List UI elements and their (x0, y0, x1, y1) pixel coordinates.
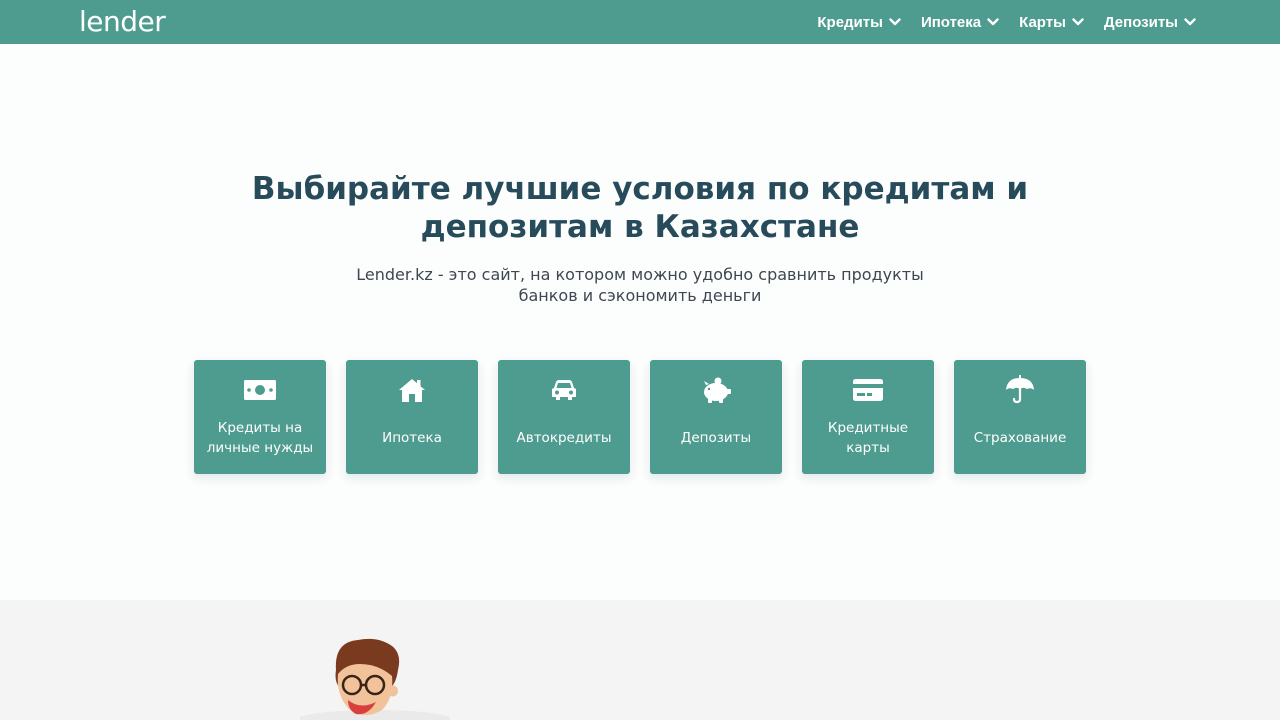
category-card-label: Кредиты на личные нужды (206, 420, 314, 456)
category-card-credit-cards[interactable]: Кредитные карты (802, 360, 934, 474)
nav-item-label: Депозиты (1103, 13, 1178, 31)
chevron-down-icon (987, 18, 999, 26)
chevron-down-icon (1072, 18, 1084, 26)
category-card-personal-loans[interactable]: Кредиты на личные нужды (194, 360, 326, 474)
nav-item-label: Кредиты (817, 13, 883, 31)
site-logo[interactable]: lender (79, 5, 166, 39)
category-card-deposits[interactable]: Депозиты (650, 360, 782, 474)
piggy-bank-icon (698, 376, 734, 404)
category-card-insurance[interactable]: Страхование (954, 360, 1086, 474)
category-card-label: Депозиты (680, 430, 752, 446)
nav-item-cards[interactable]: Карты (1019, 14, 1084, 31)
nav-item-deposits[interactable]: Депозиты (1104, 14, 1196, 31)
category-card-label: Кредитные карты (827, 420, 909, 456)
hero-section: Выбирайте лучшие условия по кредитам и д… (0, 44, 1280, 600)
category-card-label: Страхование (973, 430, 1067, 446)
category-card-car-loans[interactable]: Автокредиты (498, 360, 630, 474)
house-icon (394, 376, 430, 404)
category-cards: Кредиты на личные нужды Ипотека Автокред… (194, 360, 1086, 474)
nav-item-mortgage[interactable]: Ипотека (921, 14, 999, 31)
chevron-down-icon (889, 18, 901, 26)
promo-section (0, 600, 1280, 720)
car-icon (546, 376, 582, 404)
nav-item-loans[interactable]: Кредиты (817, 14, 901, 31)
credit-card-icon (850, 376, 886, 404)
page-subtitle: Lender.kz - это сайт, на котором можно у… (356, 265, 924, 305)
category-card-label: Ипотека (382, 430, 442, 446)
nav-item-label: Ипотека (920, 13, 982, 31)
top-navigation-bar: lender Кредиты Ипотека Карты Депозиты (0, 0, 1280, 44)
category-card-mortgage[interactable]: Ипотека (346, 360, 478, 474)
page-title: Выбирайте лучшие условия по кредитам и д… (251, 171, 1029, 245)
category-card-label: Автокредиты (516, 430, 612, 446)
main-nav: Кредиты Ипотека Карты Депозиты (797, 0, 1196, 44)
mascot-illustration (300, 638, 450, 720)
chevron-down-icon (1184, 18, 1196, 26)
money-bill-icon (242, 376, 278, 404)
nav-item-label: Карты (1019, 13, 1066, 31)
umbrella-icon (1002, 375, 1038, 404)
